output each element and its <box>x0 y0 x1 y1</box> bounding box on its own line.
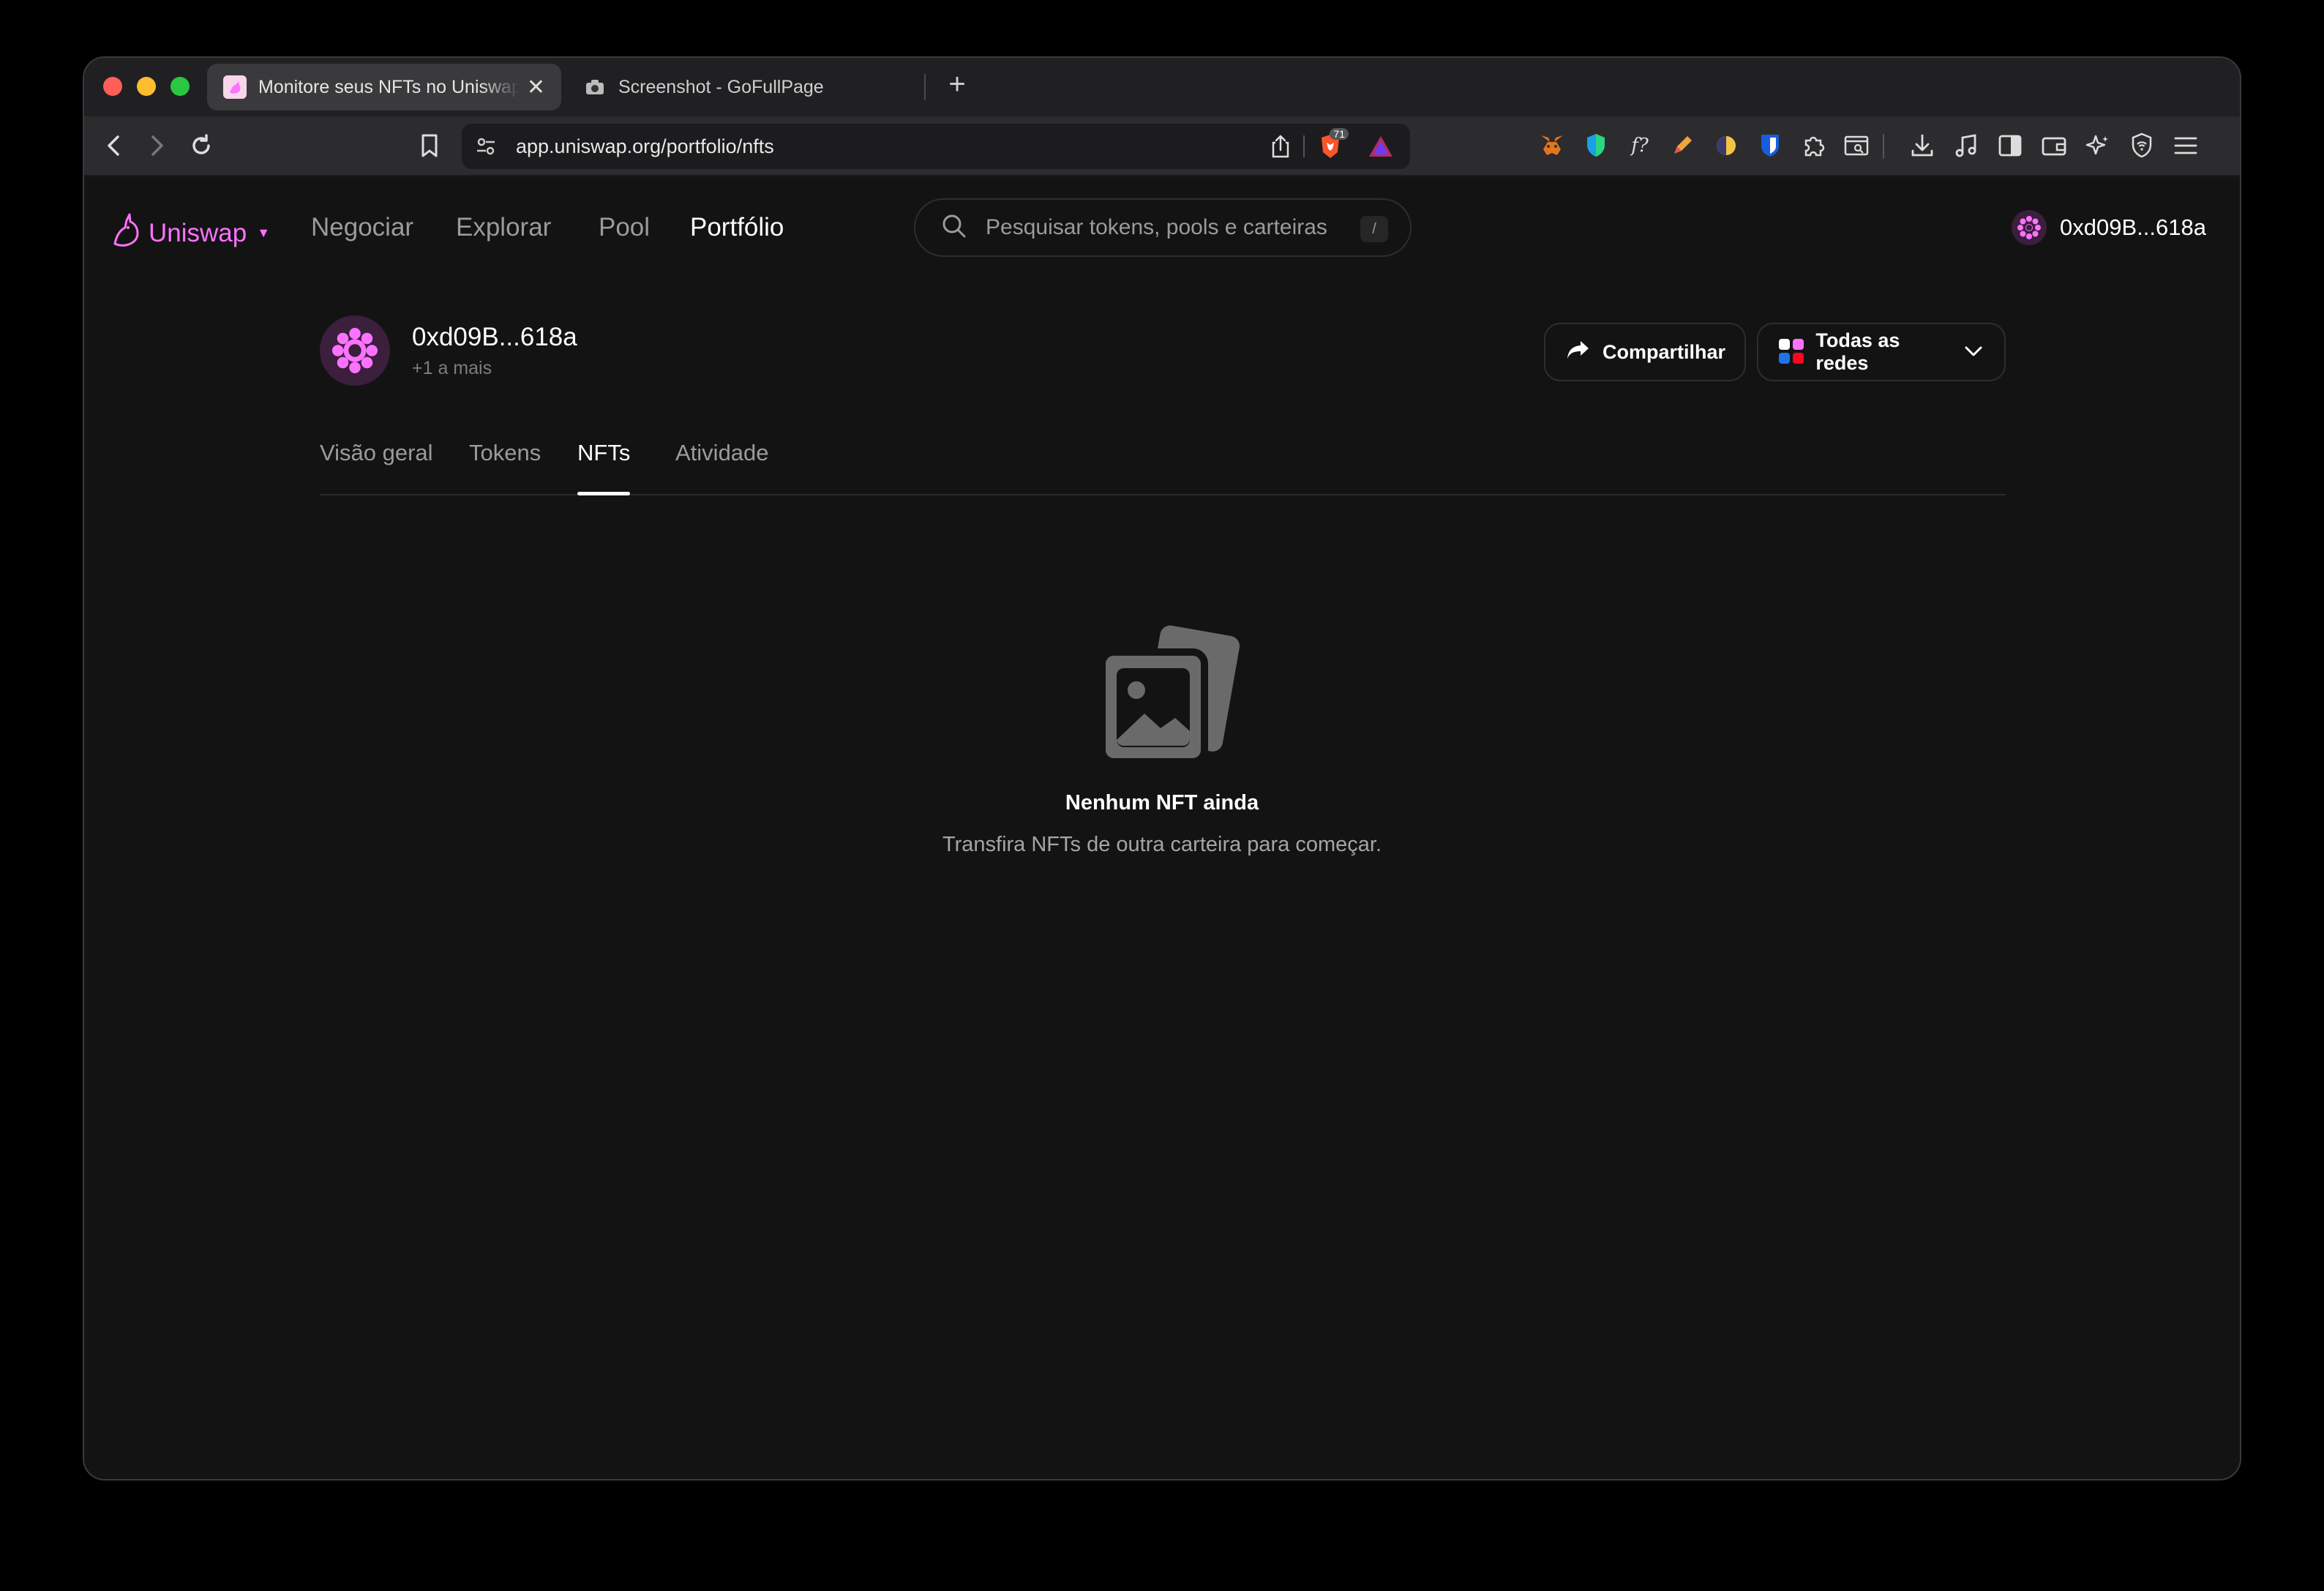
uniswap-logo-menu[interactable]: Uniswap ▼ <box>110 213 270 253</box>
search-icon <box>940 212 968 244</box>
tab-overview[interactable]: Visão geral <box>320 440 433 494</box>
app-navbar: Uniswap ▼ Negociar Explorar Pool Portfól… <box>84 176 2240 286</box>
search-shortcut-key: / <box>1360 216 1388 242</box>
network-selector[interactable]: Todas as redes <box>1757 323 2006 381</box>
urlbar-separator <box>1303 135 1305 157</box>
networks-icon <box>1779 339 1804 365</box>
brand-name: Uniswap <box>149 218 247 247</box>
close-window-button[interactable] <box>103 77 122 96</box>
new-tab-button[interactable]: + <box>939 68 975 101</box>
share-label: Compartilhar <box>1603 340 1726 363</box>
tab-nfts[interactable]: NFTs <box>577 440 631 495</box>
profile-avatar-icon <box>320 315 390 386</box>
account-button[interactable]: 0xd09B...618a <box>2012 210 2206 245</box>
uniswap-favicon-icon <box>223 75 247 99</box>
portfolio-tabs: Visão geral Tokens NFTs Atividade <box>320 440 2006 495</box>
minimize-window-button[interactable] <box>137 77 156 96</box>
empty-state-subtitle: Transfira NFTs de outra carteira para co… <box>942 833 1382 856</box>
tab-title: Monitore seus NFTs no Uniswap <box>258 76 520 97</box>
image-stack-icon <box>1082 615 1242 776</box>
tab-title: Screenshot - GoFullPage <box>618 76 824 97</box>
search-placeholder: Pesquisar tokens, pools e carteiras <box>986 215 1327 239</box>
address-bar[interactable]: app.uniswap.org/portfolio/nfts 71 <box>462 124 1410 169</box>
brave-shields-icon[interactable]: 71 <box>1318 128 1349 164</box>
reader-icon[interactable] <box>1842 131 1871 160</box>
profile-header: 0xd09B...618a +1 a mais <box>320 315 577 386</box>
function-icon[interactable]: f? <box>1625 131 1654 160</box>
sidebar-icon[interactable] <box>1995 131 2025 160</box>
vpn-icon[interactable] <box>2127 131 2156 160</box>
share-arrow-icon <box>1566 339 1591 366</box>
nav-negociar[interactable]: Negociar <box>311 213 413 242</box>
menu-icon[interactable] <box>2171 131 2200 160</box>
site-settings-icon[interactable] <box>475 135 497 161</box>
account-avatar-icon <box>2012 210 2047 245</box>
browser-toolbar: app.uniswap.org/portfolio/nfts 71 f? <box>84 116 2240 176</box>
profile-more-wallets[interactable]: +1 a mais <box>412 358 577 379</box>
unicorn-icon <box>110 213 143 253</box>
nav-pool[interactable]: Pool <box>599 213 650 242</box>
toolbar-separator <box>1883 134 1884 159</box>
wallet-icon[interactable] <box>2039 131 2069 160</box>
bitwarden-icon[interactable] <box>1755 131 1785 160</box>
metamask-icon[interactable] <box>1537 131 1567 160</box>
share-button[interactable]: Compartilhar <box>1544 323 1746 381</box>
url-text: app.uniswap.org/portfolio/nfts <box>516 135 774 157</box>
empty-state: Nenhum NFT ainda Transfira NFTs de outra… <box>84 615 2240 857</box>
browser-tab-gofullpage[interactable]: Screenshot - GoFullPage <box>567 64 933 111</box>
caret-down-icon: ▼ <box>257 225 271 240</box>
empty-state-title: Nenhum NFT ainda <box>1065 791 1259 815</box>
download-icon[interactable] <box>1908 131 1937 160</box>
tab-separator <box>924 74 926 100</box>
music-icon[interactable] <box>1952 131 1981 160</box>
moon-icon[interactable] <box>1712 131 1741 160</box>
share-page-icon[interactable] <box>1270 134 1292 162</box>
profile-address[interactable]: 0xd09B...618a <box>412 323 577 352</box>
chevron-down-icon <box>1963 341 1984 364</box>
nav-explorar[interactable]: Explorar <box>456 213 551 242</box>
close-tab-icon[interactable]: ✕ <box>527 75 545 100</box>
account-address: 0xd09B...618a <box>2060 214 2206 240</box>
nav-portfolio[interactable]: Portfólio <box>690 213 784 242</box>
bookmark-icon[interactable] <box>413 130 446 162</box>
browser-window: Monitore seus NFTs no Uniswap ✕ Screensh… <box>83 56 2241 1480</box>
tab-tokens[interactable]: Tokens <box>469 440 541 494</box>
shield-icon[interactable] <box>1581 131 1611 160</box>
brave-rewards-icon[interactable] <box>1368 134 1394 162</box>
back-icon[interactable] <box>97 130 130 162</box>
pen-icon[interactable] <box>1668 131 1697 160</box>
puzzle-icon[interactable] <box>1799 131 1829 160</box>
browser-tab-uniswap[interactable]: Monitore seus NFTs no Uniswap ✕ <box>207 64 561 111</box>
networks-label: Todas as redes <box>1815 329 1900 374</box>
camera-icon <box>583 75 607 99</box>
tab-bar: Monitore seus NFTs no Uniswap ✕ Screensh… <box>84 58 2240 116</box>
sparkle-icon[interactable] <box>2083 131 2113 160</box>
tab-activity[interactable]: Atividade <box>675 440 769 494</box>
forward-icon[interactable] <box>141 130 173 162</box>
search-input[interactable]: Pesquisar tokens, pools e carteiras / <box>914 198 1412 257</box>
shields-count-badge: 71 <box>1330 128 1349 140</box>
maximize-window-button[interactable] <box>170 77 190 96</box>
reload-icon[interactable] <box>185 130 217 162</box>
uniswap-app: Uniswap ▼ Negociar Explorar Pool Portfól… <box>84 176 2240 1479</box>
